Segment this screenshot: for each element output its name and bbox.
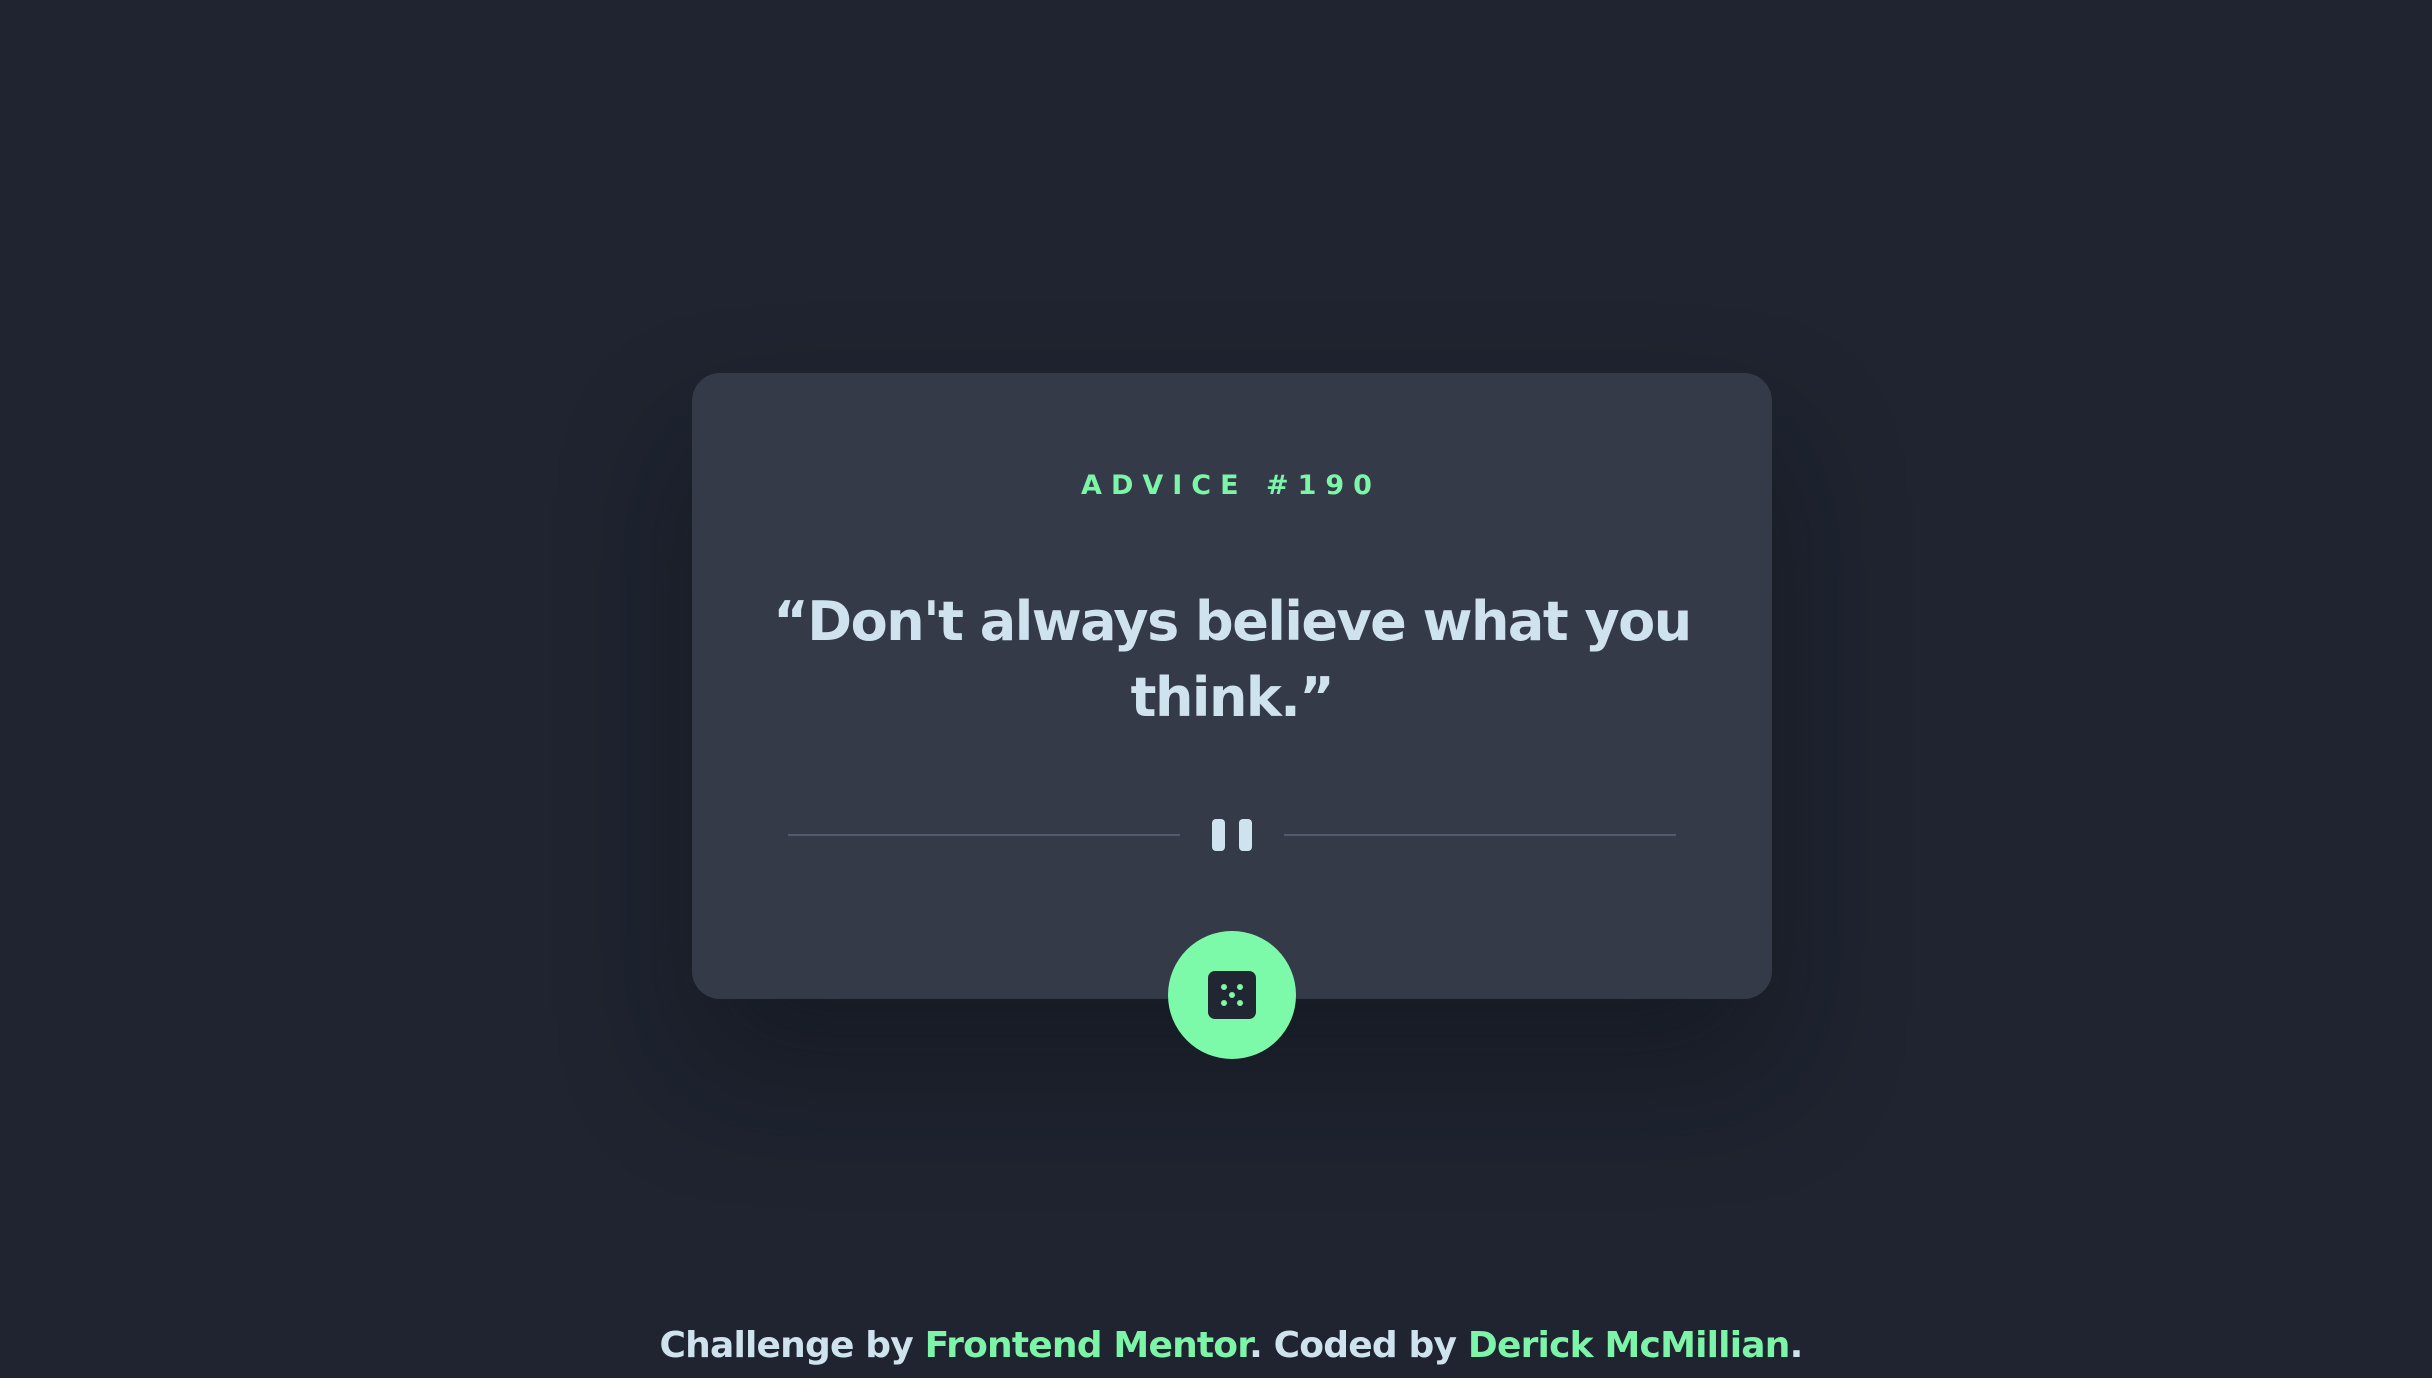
dice-icon: [1208, 971, 1256, 1019]
advice-quote: “Don't always believe what you think.”: [773, 590, 1692, 729]
attribution-footer: Challenge by Frontend Mentor. Coded by D…: [0, 1320, 2432, 1372]
divider-line-right: [1284, 834, 1676, 836]
divider: [788, 815, 1676, 855]
advice-number: ADVICE #190: [1081, 470, 1381, 501]
footer-suffix: .: [1789, 1325, 1804, 1366]
divider-line-left: [788, 834, 1180, 836]
author-link[interactable]: Derick McMillian: [1468, 1325, 1790, 1366]
new-advice-button[interactable]: [1168, 931, 1296, 1059]
frontend-mentor-link[interactable]: Frontend Mentor: [925, 1325, 1250, 1366]
footer-middle: . Coded by: [1249, 1325, 1468, 1366]
footer-prefix: Challenge by: [659, 1325, 925, 1366]
pause-icon: [1212, 819, 1252, 851]
